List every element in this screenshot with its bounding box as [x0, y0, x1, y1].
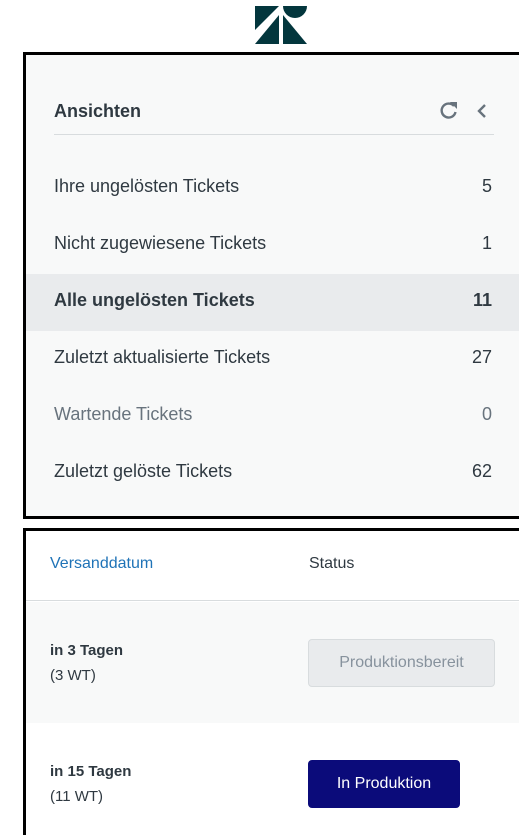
column-header-shipping-date[interactable]: Versanddatum: [50, 555, 153, 573]
view-count: 62: [471, 461, 492, 481]
working-days: (11 WT): [50, 788, 104, 805]
views-header: Ansichten: [54, 99, 494, 135]
view-label: Alle ungelösten Tickets: [54, 290, 255, 310]
orders-table: Versanddatum Status in 3 Tagen (3 WT) Pr…: [23, 528, 519, 835]
view-count: 27: [471, 347, 492, 367]
view-count: 11: [472, 290, 492, 310]
views-panel: Ansichten Ihre ungelösten Tickets 5 Nich…: [23, 52, 519, 519]
view-label: Wartende Tickets: [54, 404, 193, 424]
view-count: 0: [481, 404, 492, 424]
view-label: Zuletzt aktualisierte Tickets: [54, 347, 271, 367]
view-label: Zuletzt gelöste Tickets: [54, 461, 233, 481]
chevron-left-icon[interactable]: [474, 101, 490, 121]
view-item-all-unsolved[interactable]: Alle ungelösten Tickets 11: [26, 274, 519, 331]
zendesk-logo-icon: [255, 6, 307, 44]
view-count: 1: [481, 233, 492, 253]
view-item-unassigned[interactable]: Nicht zugewiesene Tickets 1: [26, 217, 519, 274]
table-header: Versanddatum Status: [26, 531, 519, 601]
view-list: Ihre ungelösten Tickets 5 Nicht zugewies…: [26, 160, 519, 502]
view-count: 5: [481, 176, 492, 196]
view-label: Nicht zugewiesene Tickets: [54, 233, 267, 253]
view-item-recently-updated[interactable]: Zuletzt aktualisierte Tickets 27: [26, 331, 519, 388]
view-item-pending[interactable]: Wartende Tickets 0: [26, 388, 519, 445]
view-item-your-unsolved[interactable]: Ihre ungelösten Tickets 5: [26, 160, 519, 217]
status-button-in-production[interactable]: In Produktion: [308, 760, 460, 808]
refresh-icon[interactable]: [438, 99, 460, 121]
views-title: Ansichten: [54, 101, 142, 121]
shipping-date: in 15 Tagen: [50, 763, 132, 780]
view-item-recently-solved[interactable]: Zuletzt gelöste Tickets 62: [26, 445, 519, 502]
table-row: in 3 Tagen (3 WT) Produktionsbereit: [26, 602, 519, 723]
working-days: (3 WT): [50, 667, 96, 684]
table-row: in 15 Tagen (11 WT) In Produktion: [26, 723, 519, 835]
column-header-status: Status: [309, 555, 355, 572]
shipping-date: in 3 Tagen: [50, 642, 124, 659]
status-button-ready[interactable]: Produktionsbereit: [308, 639, 495, 687]
view-label: Ihre ungelösten Tickets: [54, 176, 240, 196]
